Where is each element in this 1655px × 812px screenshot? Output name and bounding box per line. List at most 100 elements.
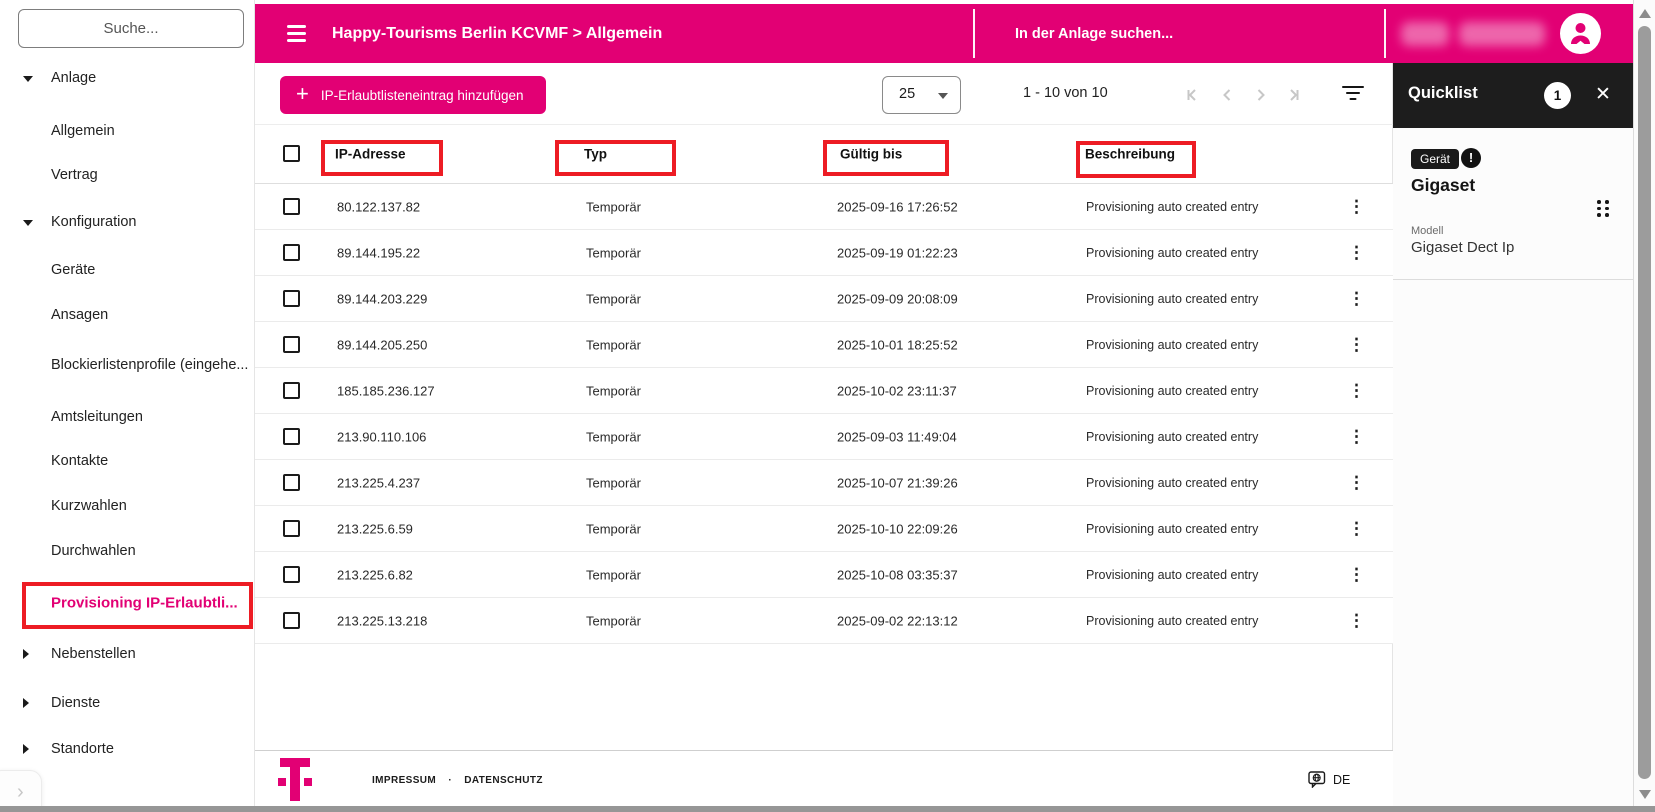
next-page-button[interactable] <box>1250 85 1270 105</box>
user-avatar[interactable] <box>1560 13 1601 54</box>
filter-icon[interactable] <box>1341 86 1365 104</box>
plant-search-input[interactable] <box>1015 4 1375 63</box>
sidebar-item-provisioning-ip-erlaubtliste[interactable]: Provisioning IP-Erlaubtli... <box>0 591 255 615</box>
globe-bubble-icon <box>1308 771 1326 788</box>
sidebar-item-vertrag[interactable]: Vertrag <box>0 163 255 187</box>
model-label: Modell <box>1411 225 1443 237</box>
quicklist-count-badge: 1 <box>1544 82 1571 109</box>
sidebar-search-input[interactable] <box>18 9 244 48</box>
row-checkbox[interactable] <box>283 336 300 353</box>
sidebar-item-geraete[interactable]: Geräte <box>0 258 255 282</box>
chevron-down-icon <box>23 220 33 226</box>
chevron-right-icon <box>23 649 29 659</box>
table-row: 185.185.236.127 Temporär 2025-10-02 23:1… <box>255 368 1393 414</box>
redacted-username <box>1459 22 1545 46</box>
kebab-menu-icon[interactable]: ⋮ <box>1348 289 1365 309</box>
table-row: 213.225.6.59 Temporär 2025-10-10 22:09:2… <box>255 506 1393 552</box>
topbar-divider <box>973 9 975 58</box>
kebab-menu-icon[interactable]: ⋮ <box>1348 519 1365 539</box>
table-row: 89.144.203.229 Temporär 2025-09-09 20:08… <box>255 276 1393 322</box>
sidebar-item-konfiguration[interactable]: Konfiguration <box>0 210 255 234</box>
scroll-up-icon[interactable] <box>1639 9 1651 18</box>
hamburger-menu-icon[interactable] <box>287 24 306 43</box>
quicklist-panel: Gerät ! Gigaset Modell Gigaset Dect Ip <box>1393 128 1633 806</box>
topbar: Happy-Tourisms Berlin KCVMF > Allgemein <box>255 4 1633 63</box>
table-row: 213.225.6.82 Temporär 2025-10-08 03:35:3… <box>255 552 1393 598</box>
sidebar: Anlage Allgemein Vertrag Konfiguration G… <box>0 0 255 806</box>
table-row: 89.144.195.22 Temporär 2025-09-19 01:22:… <box>255 230 1393 276</box>
kebab-menu-icon[interactable]: ⋮ <box>1348 381 1365 401</box>
device-type-badge: Gerät <box>1411 149 1459 169</box>
kebab-menu-icon[interactable]: ⋮ <box>1348 565 1365 585</box>
scroll-down-icon[interactable] <box>1639 790 1651 799</box>
sidebar-item-ansagen[interactable]: Ansagen <box>0 303 255 327</box>
table-row: 213.225.13.218 Temporär 2025-09-02 22:13… <box>255 598 1393 644</box>
prev-page-button[interactable] <box>1218 85 1238 105</box>
sidebar-item-kurzwahlen[interactable]: Kurzwahlen <box>0 494 255 518</box>
kebab-menu-icon[interactable]: ⋮ <box>1348 197 1365 217</box>
close-icon[interactable]: ✕ <box>1595 83 1611 106</box>
table-row: 89.144.205.250 Temporär 2025-10-01 18:25… <box>255 322 1393 368</box>
table-row: 213.225.4.237 Temporär 2025-10-07 21:39:… <box>255 460 1393 506</box>
chevron-right-icon <box>23 744 29 754</box>
app-window: Anlage Allgemein Vertrag Konfiguration G… <box>0 0 1655 812</box>
first-page-button[interactable] <box>1183 85 1203 105</box>
kebab-menu-icon[interactable]: ⋮ <box>1348 473 1365 493</box>
pagination-range-label: 1 - 10 von 10 <box>1023 85 1108 101</box>
sidebar-item-standorte[interactable]: Standorte <box>0 737 255 761</box>
kebab-menu-icon[interactable]: ⋮ <box>1348 243 1365 263</box>
sidebar-item-nebenstellen[interactable]: Nebenstellen <box>0 642 255 666</box>
quicklist-title: Quicklist <box>1408 84 1478 103</box>
window-bottom-edge <box>0 806 1655 812</box>
last-page-button[interactable] <box>1283 85 1303 105</box>
topbar-divider <box>1384 9 1386 58</box>
impressum-link[interactable]: IMPRESSUM <box>372 775 436 786</box>
column-header-gueltig-bis[interactable]: Gültig bis <box>840 147 902 162</box>
chevron-down-icon <box>23 76 33 82</box>
column-header-typ[interactable]: Typ <box>584 147 607 162</box>
add-ip-allowlist-entry-button[interactable]: + IP-Erlaubtlisteneintrag hinzufügen <box>280 76 546 114</box>
vertical-scrollbar[interactable] <box>1633 0 1655 806</box>
table-row: 213.90.110.106 Temporär 2025-09-03 11:49… <box>255 414 1393 460</box>
row-checkbox[interactable] <box>283 198 300 215</box>
chevron-down-icon <box>938 93 948 99</box>
sidebar-item-amtsleitungen[interactable]: Amtsleitungen <box>0 405 255 429</box>
column-header-ip[interactable]: IP-Adresse <box>335 147 406 162</box>
sidebar-item-kontakte[interactable]: Kontakte <box>0 449 255 473</box>
page-size-select[interactable]: 25 <box>882 76 961 114</box>
sidebar-item-blockierlistenprofile[interactable]: Blockierlistenprofile (eingehe... <box>0 353 255 377</box>
model-value: Gigaset Dect Ip <box>1411 239 1514 256</box>
footer-separator: · <box>448 775 452 786</box>
sidebar-item-durchwahlen[interactable]: Durchwahlen <box>0 539 255 563</box>
row-checkbox[interactable] <box>283 566 300 583</box>
table-header: IP-Adresse Typ Gültig bis Beschreibung <box>255 124 1393 184</box>
row-checkbox[interactable] <box>283 612 300 629</box>
row-checkbox[interactable] <box>283 382 300 399</box>
sidebar-item-anlage[interactable]: Anlage <box>0 66 255 90</box>
quicklist-item-card[interactable]: Gerät ! Gigaset Modell Gigaset Dect Ip <box>1393 128 1633 280</box>
column-header-beschreibung[interactable]: Beschreibung <box>1085 147 1175 162</box>
scrollbar-thumb[interactable] <box>1638 26 1651 779</box>
sidebar-item-dienste[interactable]: Dienste <box>0 691 255 715</box>
chevron-right-icon <box>23 698 29 708</box>
language-selector[interactable]: DE <box>1308 771 1350 788</box>
breadcrumb-title: Happy-Tourisms Berlin KCVMF > Allgemein <box>332 4 662 63</box>
row-checkbox[interactable] <box>283 474 300 491</box>
row-checkbox[interactable] <box>283 290 300 307</box>
chevron-right-icon: › <box>17 781 24 804</box>
datenschutz-link[interactable]: DATENSCHUTZ <box>464 775 543 786</box>
plus-icon: + <box>296 83 309 105</box>
exclamation-icon: ! <box>1461 148 1481 168</box>
sidebar-item-allgemein[interactable]: Allgemein <box>0 119 255 143</box>
kebab-menu-icon[interactable]: ⋮ <box>1348 335 1365 355</box>
row-checkbox[interactable] <box>283 520 300 537</box>
select-all-checkbox[interactable] <box>283 145 300 162</box>
row-checkbox[interactable] <box>283 428 300 445</box>
kebab-menu-icon[interactable]: ⋮ <box>1348 427 1365 447</box>
person-icon <box>1569 21 1592 46</box>
telekom-t-logo <box>278 758 312 801</box>
kebab-menu-icon[interactable]: ⋮ <box>1348 611 1365 631</box>
drag-handle-icon[interactable] <box>1597 200 1609 217</box>
footer: IMPRESSUM · DATENSCHUTZ DE <box>255 750 1393 806</box>
row-checkbox[interactable] <box>283 244 300 261</box>
